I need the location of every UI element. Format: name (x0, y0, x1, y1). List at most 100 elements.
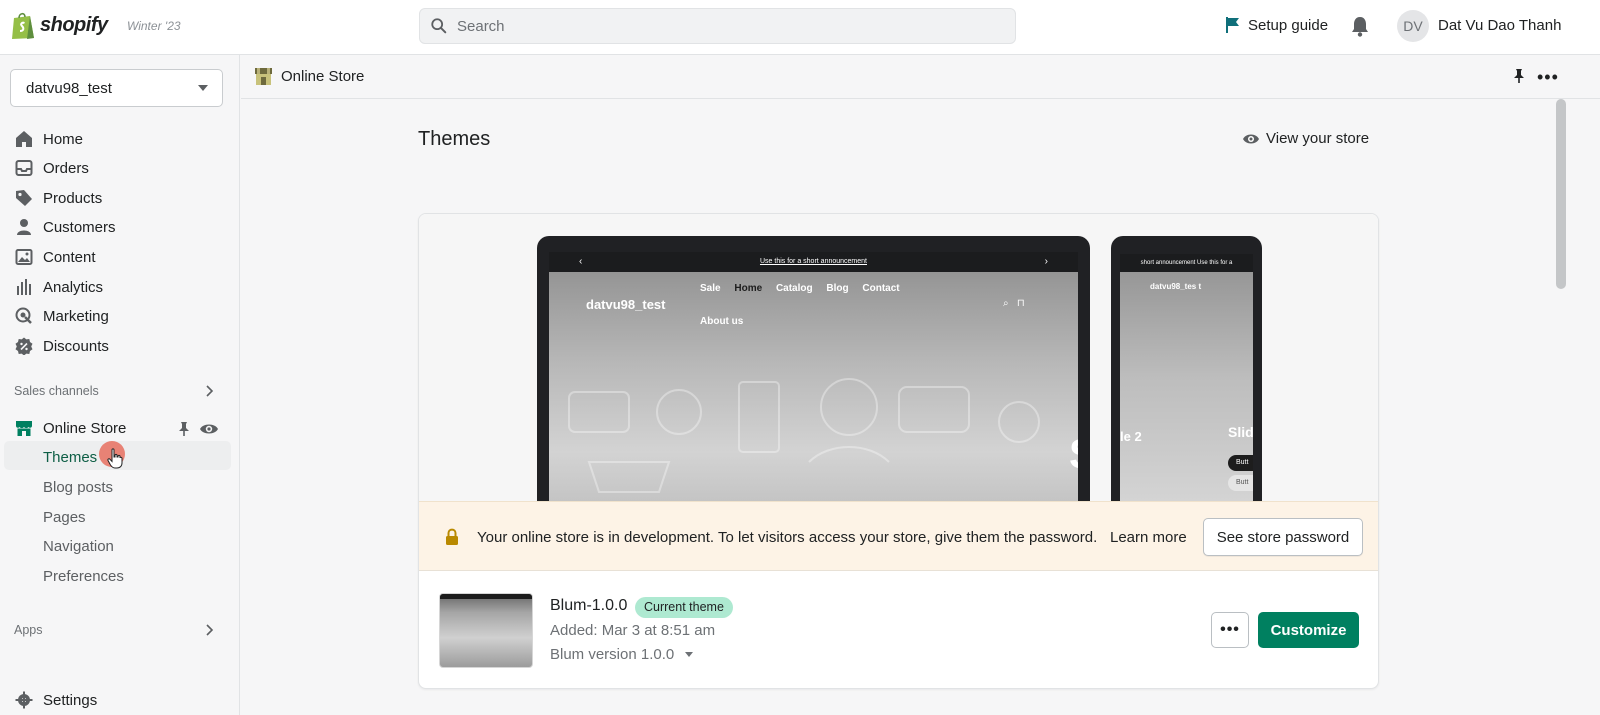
desktop-preview-frame: ‹ Use this for a short announcement › Sa… (537, 236, 1090, 502)
sidebar-item-orders[interactable]: Orders (15, 157, 89, 179)
eye-icon[interactable] (199, 421, 219, 437)
sidebar-item-customers[interactable]: Customers (15, 216, 116, 238)
theme-preview[interactable]: ‹ Use this for a short announcement › Sa… (419, 214, 1378, 502)
online-store-app-icon (255, 68, 272, 85)
chevron-right-icon[interactable] (204, 385, 214, 397)
store-selector[interactable]: datvu98_test (10, 69, 223, 107)
notification-bell-icon[interactable] (1349, 14, 1371, 38)
store-icon (16, 421, 32, 436)
page-title: Themes (418, 128, 491, 150)
sidebar-item-label: Customers (43, 218, 116, 236)
slide-heading: S (1069, 430, 1078, 478)
learn-more-link[interactable]: Learn more (1110, 529, 1187, 546)
sidebar-item-label: Orders (43, 159, 89, 177)
password-banner: Your online store is in development. To … (419, 501, 1378, 571)
person-icon (17, 219, 31, 235)
mobile-slide-button: Butt (1228, 455, 1253, 471)
search-icon (431, 18, 447, 34)
sidebar-item-home[interactable]: Home (15, 128, 83, 150)
caret-down-icon (685, 652, 694, 657)
mobile-preview-screen: short announcement Use this for a datvu9… (1120, 254, 1253, 502)
sidebar-subitem-themes[interactable]: Themes (43, 449, 97, 466)
orders-icon (15, 160, 33, 176)
theme-thumbnail (439, 593, 533, 668)
site-nav-item: Contact (862, 283, 900, 294)
hand-cursor-icon (107, 448, 123, 469)
more-actions-icon[interactable]: ••• (1537, 67, 1559, 88)
flag-icon (1226, 17, 1239, 33)
top-bar: shopify Winter '23 Search Setup guide DV… (0, 0, 1600, 55)
sidebar-subitem-preferences[interactable]: Preferences (43, 568, 124, 585)
sidebar-item-settings[interactable]: Settings (15, 689, 97, 711)
sidebar-item-analytics[interactable]: Analytics (15, 276, 103, 298)
target-icon (15, 307, 32, 324)
theme-version-dropdown[interactable]: Blum version 1.0.0 (550, 646, 694, 663)
desktop-preview-screen: ‹ Use this for a short announcement › Sa… (549, 252, 1078, 502)
shopify-logo[interactable]: shopify (10, 10, 108, 40)
theme-name: Blum-1.0.0 (550, 597, 628, 614)
sidebar-item-label: Discounts (43, 337, 109, 355)
theme-version-label: Blum version 1.0.0 (550, 646, 675, 663)
chevron-right-icon[interactable] (204, 624, 214, 636)
apps-label[interactable]: Apps (14, 623, 43, 637)
user-avatar[interactable]: DV (1397, 10, 1429, 42)
view-store-label: View your store (1266, 130, 1370, 147)
sidebar-item-label: Marketing (43, 307, 109, 325)
eye-icon (1243, 134, 1259, 143)
shopify-bag-icon (12, 12, 34, 39)
sidebar-item-marketing[interactable]: Marketing (15, 305, 109, 327)
current-theme-card: ‹ Use this for a short announcement › Sa… (418, 213, 1379, 689)
see-store-password-button[interactable]: See store password (1203, 518, 1363, 556)
sidebar: datvu98_test Home Orders Products Custom… (0, 55, 240, 715)
page-header-bar: Online Store ••• (241, 55, 1600, 99)
search-bar[interactable]: Search (419, 8, 1016, 44)
view-store-link[interactable]: View your store (1242, 130, 1369, 147)
pin-icon[interactable] (1512, 68, 1526, 84)
announcement-text: Use this for a short announcement (759, 258, 867, 265)
image-icon (15, 249, 33, 265)
bars-icon (17, 279, 31, 295)
setup-guide-link[interactable]: Setup guide (1225, 16, 1328, 34)
mobile-slide-text: le 2 (1120, 429, 1142, 444)
sidebar-item-label: Settings (43, 691, 98, 709)
chevron-right-icon: › (1044, 256, 1048, 267)
more-actions-button[interactable]: ••• (1211, 612, 1249, 648)
sidebar-item-online-store[interactable]: Online Store (15, 417, 126, 439)
discount-icon (15, 337, 33, 355)
sales-channels-label[interactable]: Sales channels (14, 384, 99, 398)
sidebar-item-products[interactable]: Products (15, 187, 102, 209)
banner-message: Your online store is in development. To … (477, 529, 1098, 546)
gear-icon (15, 691, 33, 709)
customize-button[interactable]: Customize (1258, 612, 1359, 648)
home-icon (16, 131, 32, 147)
mobile-slide-heading: Slid (1228, 424, 1253, 440)
sidebar-item-content[interactable]: Content (15, 246, 96, 268)
sidebar-subitem-navigation[interactable]: Navigation (43, 538, 114, 555)
thumbnail-bar (440, 594, 532, 599)
sidebar-item-label: Home (43, 130, 84, 148)
search-input[interactable]: Search (457, 18, 505, 35)
mobile-slide-button: Butt (1228, 475, 1253, 491)
site-nav: Sale Home Catalog Blog Contact (700, 283, 930, 294)
scrollbar[interactable] (1556, 99, 1566, 289)
mobile-announcement-text: short announcement Use this for a (1120, 254, 1253, 272)
user-name[interactable]: Dat Vu Dao Thanh (1438, 17, 1561, 34)
edition-label: Winter '23 (127, 19, 181, 33)
lock-icon (446, 528, 458, 545)
sidebar-subitem-pages[interactable]: Pages (43, 509, 86, 526)
theme-added-date: Added: Mar 3 at 8:51 am (550, 622, 716, 639)
sidebar-item-discounts[interactable]: Discounts (15, 335, 109, 357)
mobile-site-name: datvu98_tes t (1150, 282, 1202, 291)
sidebar-subitem-blog-posts[interactable]: Blog posts (43, 479, 113, 496)
sidebar-item-label: Online Store (43, 419, 127, 437)
mobile-preview-frame: short announcement Use this for a datvu9… (1111, 236, 1262, 502)
sidebar-item-label: Products (43, 189, 103, 207)
chevron-left-icon: ‹ (579, 256, 583, 267)
announcement-bar: ‹ Use this for a short announcement › (549, 252, 1078, 272)
setup-guide-label: Setup guide (1248, 16, 1329, 34)
pin-icon[interactable] (177, 421, 191, 437)
store-name: datvu98_test (26, 79, 112, 97)
site-name: datvu98_test (586, 297, 666, 312)
page-header-title: Online Store (281, 68, 365, 85)
site-nav-item: Sale (700, 283, 721, 294)
